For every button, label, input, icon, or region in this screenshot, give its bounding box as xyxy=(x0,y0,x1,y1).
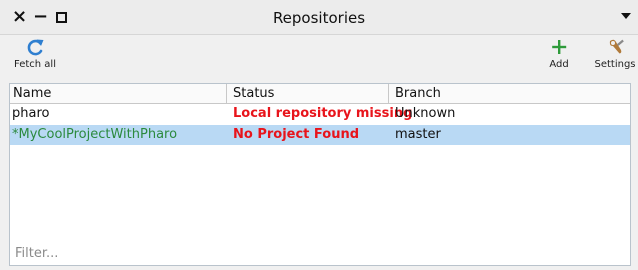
repository-name: *MyCoolProjectWithPharo xyxy=(12,127,178,142)
column-header-status[interactable]: Status xyxy=(227,84,389,103)
add-label: Add xyxy=(549,59,569,70)
repository-status: No Project Found xyxy=(233,127,360,142)
repository-name: pharo xyxy=(12,106,50,121)
repository-status: Local repository missing xyxy=(233,106,413,121)
window-menu-icon[interactable] xyxy=(621,13,631,19)
repositories-window: × − Repositories Fetch all Add Settings … xyxy=(0,0,638,270)
fetch-all-button[interactable]: Fetch all xyxy=(14,35,56,77)
settings-label: Settings xyxy=(594,59,636,70)
add-repository-button[interactable]: Add xyxy=(541,35,577,77)
wrench-icon xyxy=(609,39,624,54)
window-title: Repositories xyxy=(272,9,366,27)
repository-branch: Unknown xyxy=(395,106,456,121)
table-row[interactable]: pharo Local repository missing Unknown xyxy=(10,104,630,124)
toolbar: Fetch all Add Settings xyxy=(0,35,638,81)
filter-input[interactable] xyxy=(10,243,630,264)
table-row[interactable]: *MyCoolProjectWithPharo No Project Found… xyxy=(10,125,630,145)
refresh-icon xyxy=(27,39,44,56)
repository-branch: master xyxy=(395,127,441,142)
table-header: Name Status Branch xyxy=(10,84,630,104)
add-icon xyxy=(552,40,567,54)
column-header-name[interactable]: Name xyxy=(10,84,227,103)
column-header-branch[interactable]: Branch xyxy=(389,84,630,103)
title-bar: × − Repositories xyxy=(0,0,638,35)
settings-button[interactable]: Settings xyxy=(593,35,637,77)
fetch-all-label: Fetch all xyxy=(14,59,56,70)
repository-list: Name Status Branch pharo Local repositor… xyxy=(9,83,631,266)
